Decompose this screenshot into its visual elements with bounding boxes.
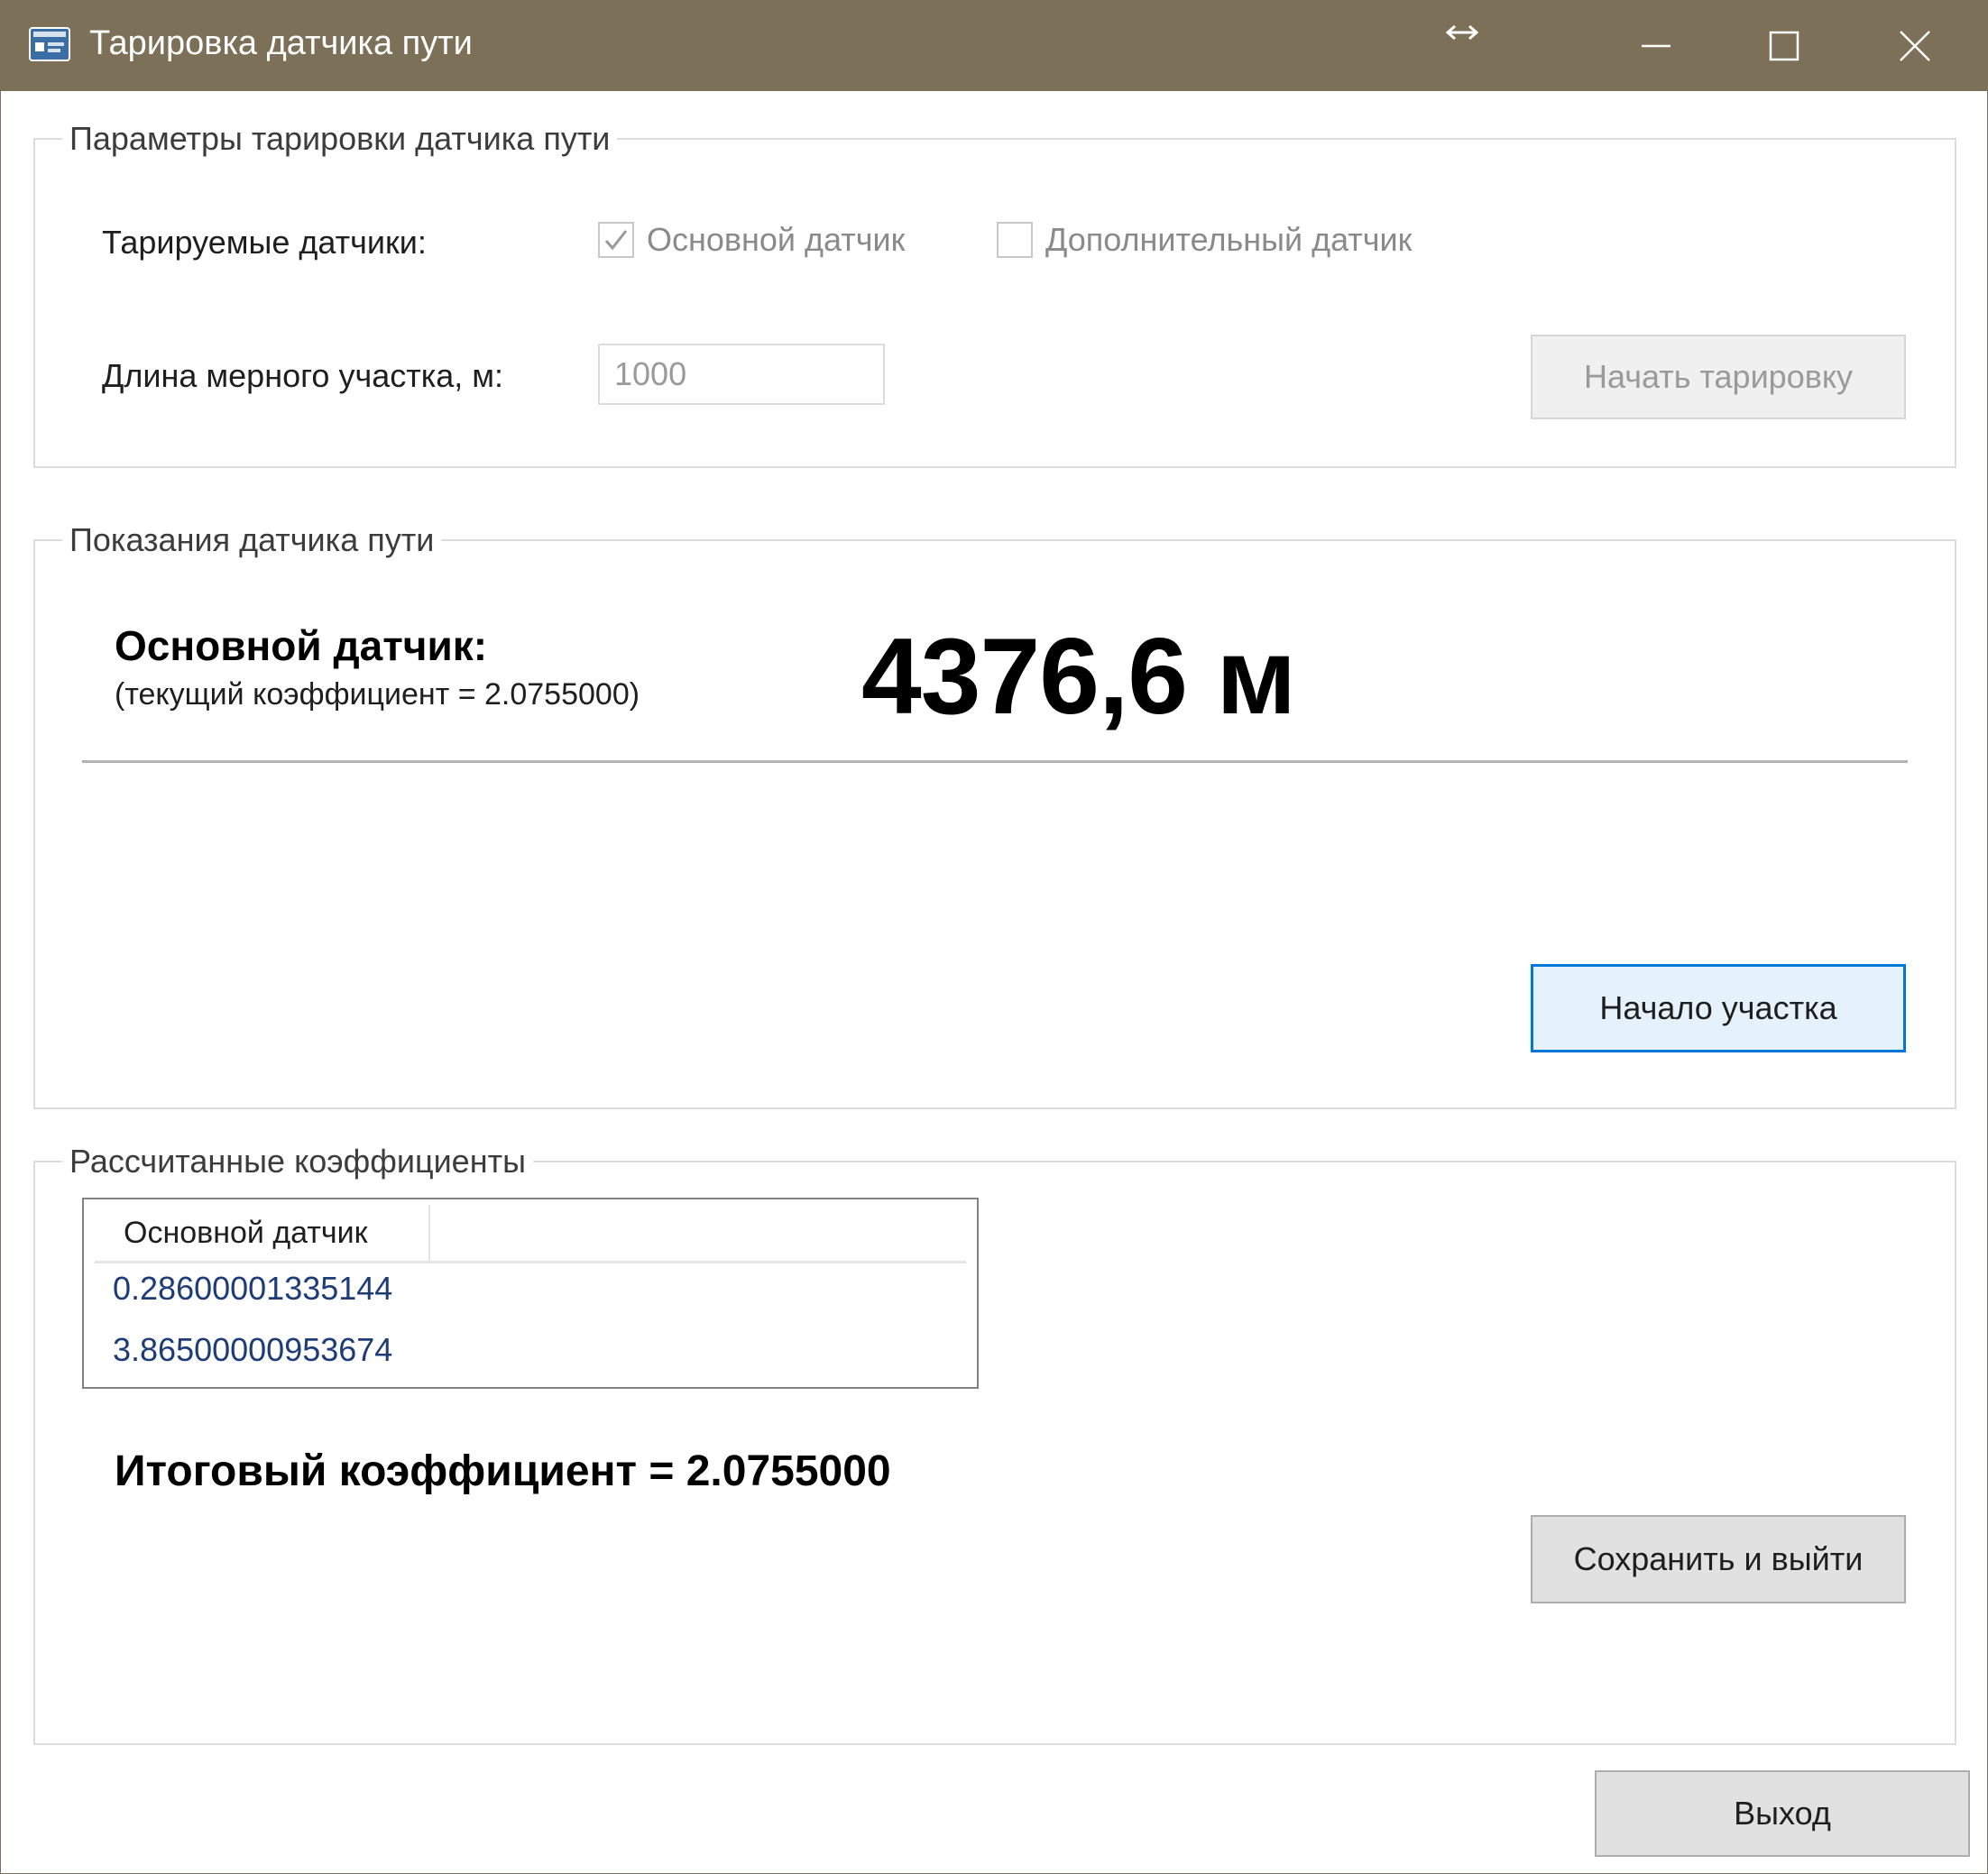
extra-sensor-checkbox-box[interactable] <box>997 222 1033 258</box>
readings-legend: Показания датчика пути <box>69 521 435 558</box>
maximize-button[interactable] <box>1721 1 1847 91</box>
params-legend: Параметры тарировки датчика пути <box>69 120 611 157</box>
distance-reading: 4376,6 м <box>861 616 1296 737</box>
close-icon <box>1900 31 1930 61</box>
main-sensor-checkbox-label: Основной датчик <box>647 221 906 258</box>
final-coefficient: Итоговый коэффициент = 2.0755000 <box>115 1447 891 1495</box>
window-title: Тарировка датчика пути <box>89 24 473 62</box>
computed-legend: Рассчитанные коэффициенты <box>69 1143 526 1180</box>
exit-button[interactable]: Выход <box>1595 1770 1970 1857</box>
calibration-window: Тарировка датчика пути Параметры тариров… <box>0 0 1988 1874</box>
main-sensor-checkbox-box[interactable] <box>598 222 634 258</box>
minimize-button[interactable] <box>1593 1 1719 91</box>
close-button[interactable] <box>1852 1 1978 91</box>
sensors-label: Тарируемые датчики: <box>102 224 427 261</box>
coefficients-list[interactable]: Основной датчик 0.28600001335144 3.86500… <box>82 1198 979 1389</box>
main-sensor-checkbox[interactable]: Основной датчик <box>598 221 905 259</box>
section-start-button[interactable]: Начало участка <box>1531 964 1906 1052</box>
window-content: Параметры тарировки датчика пути Тарируе… <box>1 91 1987 1873</box>
resize-icon <box>1445 24 1479 41</box>
extra-sensor-checkbox[interactable]: Дополнительный датчик <box>997 221 1412 259</box>
minimize-icon <box>1642 44 1670 48</box>
list-item[interactable]: 3.86500000953674 <box>113 1331 392 1369</box>
start-calibration-button[interactable]: Начать тарировку <box>1531 335 1906 419</box>
maximize-icon <box>1769 31 1799 61</box>
title-bar[interactable]: Тарировка датчика пути <box>1 1 1987 91</box>
checkmark-icon <box>604 230 628 251</box>
current-coefficient: (текущий коэффициент = 2.0755000) <box>115 677 640 712</box>
length-label: Длина мерного участка, м: <box>102 357 504 394</box>
length-input[interactable] <box>598 344 885 405</box>
list-header: Основной датчик <box>95 1205 966 1263</box>
app-icon <box>29 27 70 61</box>
save-and-exit-button[interactable]: Сохранить и выйти <box>1531 1515 1906 1603</box>
column-header-main-sensor[interactable]: Основной датчик <box>95 1205 430 1261</box>
sensor-name: Основной датчик: <box>115 622 488 669</box>
list-item[interactable]: 0.28600001335144 <box>113 1270 392 1308</box>
readings-separator <box>82 760 1908 763</box>
extra-sensor-checkbox-label: Дополнительный датчик <box>1045 221 1413 258</box>
